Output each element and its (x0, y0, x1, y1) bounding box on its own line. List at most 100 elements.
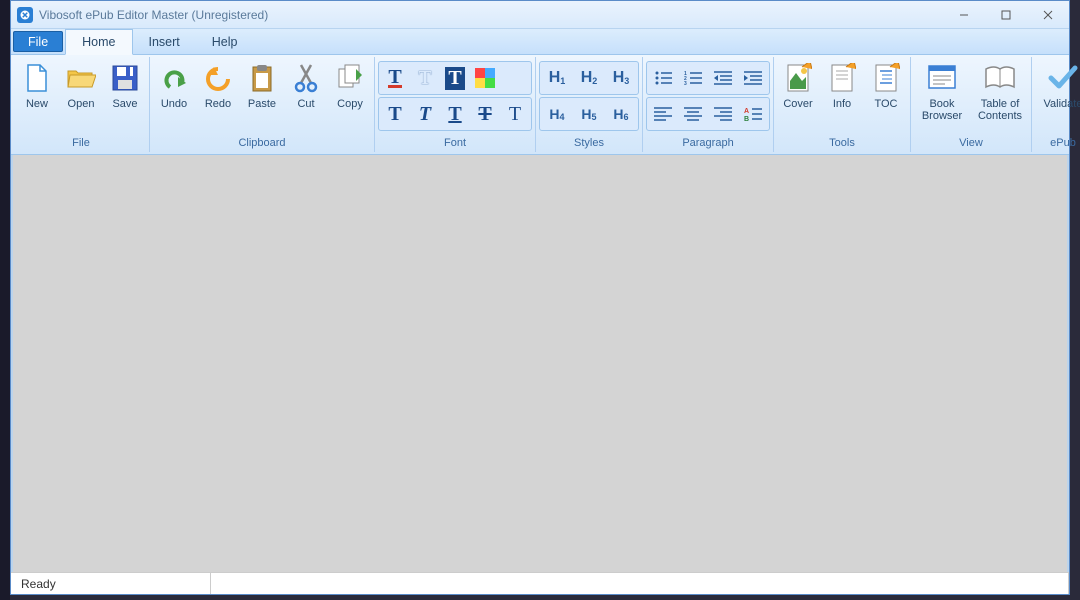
group-styles-label: Styles (539, 136, 639, 152)
new-button[interactable]: New (16, 59, 58, 135)
svg-text:B: B (744, 116, 749, 122)
underline-icon: T (448, 103, 461, 126)
menu-file[interactable]: File (13, 31, 63, 52)
outdent-icon (714, 70, 732, 86)
statusbar: Ready (11, 572, 1069, 594)
menu-insert[interactable]: Insert (133, 29, 196, 54)
numbering-icon: 123 (684, 70, 702, 86)
menu-home[interactable]: Home (65, 29, 132, 55)
copy-button[interactable]: Copy (329, 59, 371, 135)
font-highlight-icon: T (445, 67, 464, 90)
numbering-button[interactable]: 123 (679, 64, 707, 92)
font-outline-icon: T (418, 67, 431, 90)
font-color-icon: T (388, 69, 401, 88)
save-button[interactable]: Save (104, 59, 146, 135)
new-file-icon (21, 62, 53, 94)
save-icon (109, 62, 141, 94)
window-title: Vibosoft ePub Editor Master (Unregistere… (39, 8, 943, 22)
group-tools: Cover Info TOC Tools (774, 57, 911, 152)
group-view: Book Browser Table of Contents View (911, 57, 1032, 152)
book-browser-button[interactable]: Book Browser (914, 59, 970, 135)
group-styles: H1 H2 H3 H4 H5 H6 Styles (536, 57, 643, 152)
indent-button[interactable] (739, 64, 767, 92)
ribbon: New Open Save File Undo (11, 55, 1069, 155)
validate-button[interactable]: Validate (1035, 59, 1080, 135)
toc-icon (870, 62, 902, 94)
bold-icon: T (388, 103, 401, 126)
svg-text:3: 3 (684, 81, 687, 86)
h1-button[interactable]: H1 (542, 64, 572, 92)
color-grid-icon (475, 68, 495, 88)
copy-icon (334, 62, 366, 94)
book-open-icon (984, 62, 1016, 94)
svg-text:A: A (744, 108, 749, 115)
status-empty (211, 573, 1069, 594)
titlebar: Vibosoft ePub Editor Master (Unregistere… (11, 1, 1069, 29)
workspace (11, 155, 1069, 572)
status-ready: Ready (11, 573, 211, 594)
info-icon (826, 62, 858, 94)
group-paragraph-label: Paragraph (646, 136, 770, 152)
maximize-button[interactable] (985, 1, 1027, 28)
undo-icon (158, 62, 190, 94)
strike-icon: T (478, 103, 491, 126)
align-center-button[interactable] (679, 100, 707, 128)
italic-icon: T (419, 103, 431, 126)
undo-button[interactable]: Undo (153, 59, 195, 135)
italic-button[interactable]: T (411, 100, 439, 128)
font-multicolor-button[interactable] (471, 64, 499, 92)
outdent-button[interactable] (709, 64, 737, 92)
cut-button[interactable]: Cut (285, 59, 327, 135)
group-font-label: Font (378, 136, 532, 152)
group-file: New Open Save File (13, 57, 150, 152)
font-color-button[interactable]: T (381, 64, 409, 92)
bullets-icon (654, 70, 672, 86)
group-tools-label: Tools (777, 136, 907, 152)
paste-button[interactable]: Paste (241, 59, 283, 135)
group-file-label: File (16, 136, 146, 152)
desktop-strip (0, 0, 10, 600)
checkmark-icon (1047, 62, 1079, 94)
cover-icon (782, 62, 814, 94)
cover-button[interactable]: Cover (777, 59, 819, 135)
indent-icon (744, 70, 762, 86)
plain-t-icon: T (509, 103, 521, 126)
app-window: Vibosoft ePub Editor Master (Unregistere… (10, 0, 1070, 595)
info-button[interactable]: Info (821, 59, 863, 135)
toc-button[interactable]: TOC (865, 59, 907, 135)
underline-button[interactable]: T (441, 100, 469, 128)
group-clipboard: Undo Redo Paste Cut Copy (150, 57, 375, 152)
group-font: T T T T T T T T Font (375, 57, 536, 152)
group-paragraph: 123 AB Paragraph (643, 57, 774, 152)
align-right-button[interactable] (709, 100, 737, 128)
font-plain-button[interactable]: T (501, 100, 529, 128)
open-button[interactable]: Open (60, 59, 102, 135)
font-outline-button[interactable]: T (411, 64, 439, 92)
group-view-label: View (914, 136, 1028, 152)
redo-button[interactable]: Redo (197, 59, 239, 135)
minimize-button[interactable] (943, 1, 985, 28)
cut-icon (290, 62, 322, 94)
align-left-button[interactable] (649, 100, 677, 128)
close-button[interactable] (1027, 1, 1069, 28)
redo-icon (202, 62, 234, 94)
bold-button[interactable]: T (381, 100, 409, 128)
align-justify-button[interactable]: AB (739, 100, 767, 128)
align-center-icon (684, 106, 702, 122)
paste-icon (246, 62, 278, 94)
h2-button[interactable]: H2 (574, 64, 604, 92)
app-icon (17, 7, 33, 23)
strikethrough-button[interactable]: T (471, 100, 499, 128)
table-of-contents-button[interactable]: Table of Contents (972, 59, 1028, 135)
align-justify-icon: AB (744, 106, 762, 122)
align-right-icon (714, 106, 732, 122)
h3-button[interactable]: H3 (606, 64, 636, 92)
bullets-button[interactable] (649, 64, 677, 92)
h4-button[interactable]: H4 (542, 100, 572, 128)
h6-button[interactable]: H6 (606, 100, 636, 128)
font-highlight-button[interactable]: T (441, 64, 469, 92)
group-epub: Validate ePub (1032, 57, 1080, 152)
h5-button[interactable]: H5 (574, 100, 604, 128)
group-clipboard-label: Clipboard (153, 136, 371, 152)
menu-help[interactable]: Help (196, 29, 254, 54)
